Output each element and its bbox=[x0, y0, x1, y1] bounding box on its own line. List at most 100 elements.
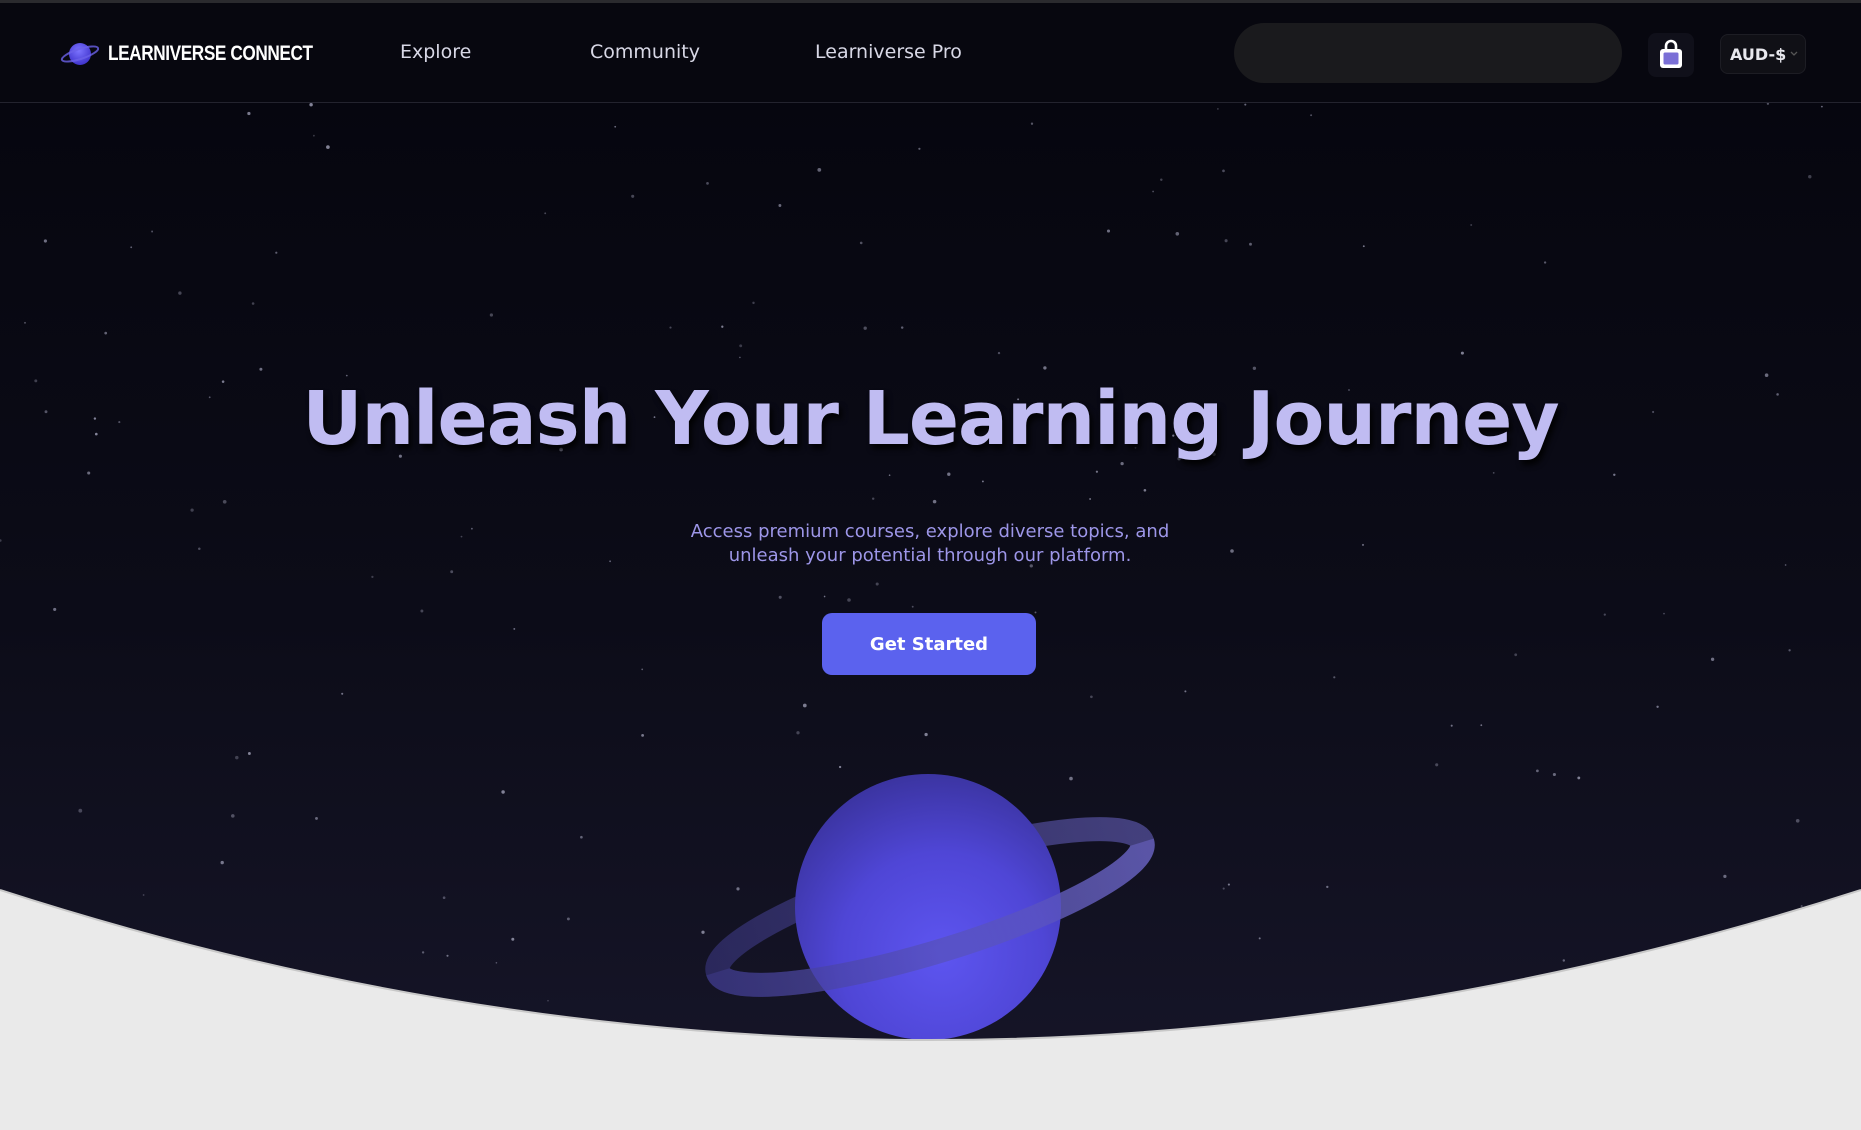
star bbox=[220, 860, 224, 865]
star bbox=[981, 480, 984, 483]
star bbox=[0, 539, 2, 542]
star bbox=[460, 535, 463, 538]
star bbox=[1362, 245, 1365, 248]
page: LEARNIVERSE CONNECT Explore Community Le… bbox=[0, 0, 1861, 1130]
star bbox=[251, 302, 255, 305]
get-started-button[interactable]: Get Started bbox=[822, 613, 1036, 675]
star bbox=[1656, 705, 1659, 708]
star bbox=[1160, 178, 1163, 181]
star bbox=[580, 835, 583, 839]
star bbox=[1784, 564, 1787, 566]
star bbox=[1333, 676, 1336, 679]
star bbox=[501, 790, 505, 794]
star bbox=[178, 291, 182, 295]
star bbox=[315, 816, 318, 820]
star bbox=[1723, 874, 1727, 879]
nav-explore[interactable]: Explore bbox=[400, 41, 471, 63]
cart-button[interactable] bbox=[1648, 33, 1694, 77]
star bbox=[1480, 724, 1483, 727]
star bbox=[1435, 763, 1439, 767]
star bbox=[871, 497, 875, 500]
wave-divider bbox=[0, 889, 1861, 1130]
star bbox=[778, 595, 782, 599]
star bbox=[259, 367, 263, 371]
search-input[interactable] bbox=[1234, 23, 1622, 83]
star bbox=[609, 560, 611, 563]
star bbox=[778, 204, 782, 207]
nav-learniverse-pro[interactable]: Learniverse Pro bbox=[815, 41, 962, 63]
star bbox=[614, 125, 617, 128]
star bbox=[1244, 103, 1247, 106]
star bbox=[235, 755, 239, 760]
star bbox=[1552, 772, 1556, 777]
star bbox=[823, 595, 826, 598]
star bbox=[1361, 543, 1365, 546]
star bbox=[706, 182, 709, 185]
currency-value: AUD-$ bbox=[1730, 44, 1787, 64]
site-header: LEARNIVERSE CONNECT Explore Community Le… bbox=[0, 3, 1861, 103]
star bbox=[888, 474, 891, 477]
star bbox=[104, 331, 108, 335]
star bbox=[1152, 190, 1154, 193]
star bbox=[130, 246, 133, 249]
star bbox=[1030, 122, 1034, 125]
star bbox=[1043, 366, 1047, 370]
star bbox=[1536, 769, 1539, 773]
currency-select[interactable]: AUD-$ bbox=[1720, 34, 1806, 74]
brand-name: LEARNIVERSE CONNECT bbox=[108, 42, 313, 65]
star bbox=[544, 212, 547, 215]
star bbox=[859, 241, 863, 245]
star bbox=[947, 472, 951, 476]
star bbox=[1184, 690, 1187, 693]
star bbox=[309, 102, 313, 107]
star bbox=[1577, 776, 1581, 780]
star bbox=[1222, 169, 1225, 173]
star bbox=[1310, 114, 1313, 117]
star bbox=[231, 814, 235, 818]
star bbox=[1249, 242, 1252, 246]
star bbox=[863, 326, 867, 330]
star bbox=[997, 351, 1001, 355]
star bbox=[43, 239, 47, 243]
star bbox=[1106, 229, 1111, 233]
star bbox=[313, 134, 315, 137]
star bbox=[190, 508, 194, 512]
star bbox=[1808, 174, 1812, 179]
star bbox=[87, 471, 91, 475]
star bbox=[721, 325, 724, 328]
star bbox=[1224, 239, 1228, 243]
star bbox=[1663, 612, 1665, 615]
nav-community[interactable]: Community bbox=[590, 41, 700, 63]
star bbox=[1470, 224, 1473, 226]
star bbox=[53, 607, 57, 611]
star bbox=[924, 732, 928, 737]
star bbox=[24, 321, 26, 324]
star bbox=[669, 326, 672, 329]
star bbox=[1710, 657, 1715, 661]
star bbox=[817, 168, 822, 172]
star bbox=[1450, 724, 1453, 727]
hero-title: Unleash Your Learning Journey bbox=[302, 376, 1559, 462]
star bbox=[641, 668, 644, 671]
shopping-bag-icon bbox=[1660, 39, 1682, 68]
star bbox=[1217, 108, 1219, 110]
star bbox=[1175, 232, 1180, 236]
star bbox=[275, 251, 278, 254]
window-top-border bbox=[0, 0, 1861, 3]
brand-logo[interactable]: LEARNIVERSE CONNECT bbox=[60, 37, 358, 71]
star bbox=[513, 627, 516, 630]
star bbox=[1543, 261, 1547, 264]
chevron-down-icon bbox=[1790, 51, 1798, 56]
star bbox=[1460, 351, 1464, 355]
star bbox=[1089, 498, 1091, 500]
star bbox=[341, 692, 344, 695]
star bbox=[1143, 488, 1147, 492]
star bbox=[1034, 611, 1037, 614]
star bbox=[247, 752, 251, 755]
star bbox=[471, 527, 473, 530]
star bbox=[847, 598, 851, 602]
star bbox=[151, 230, 154, 233]
star bbox=[932, 499, 937, 504]
star bbox=[78, 808, 83, 813]
star bbox=[222, 499, 227, 504]
